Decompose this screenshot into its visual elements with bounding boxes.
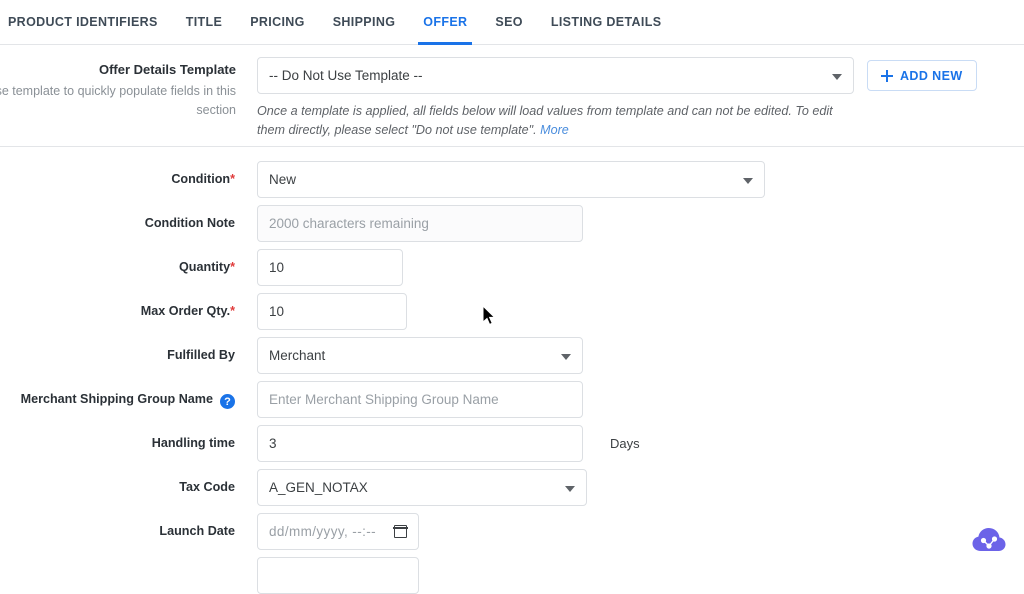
- tab-title[interactable]: TITLE: [172, 0, 236, 45]
- tab-offer[interactable]: OFFER: [409, 0, 481, 45]
- offer-details-template-select[interactable]: -- Do Not Use Template --: [257, 57, 854, 94]
- tab-pricing[interactable]: PRICING: [236, 0, 319, 45]
- launch-date-wrapper: [257, 513, 419, 550]
- template-select-value: -- Do Not Use Template --: [269, 68, 423, 83]
- field-row-tax-code: Tax Code A_GEN_NOTAX: [0, 469, 1024, 506]
- field-row-quantity: Quantity*: [0, 249, 1024, 286]
- quantity-input[interactable]: [257, 249, 403, 286]
- quantity-label: Quantity*: [0, 249, 235, 274]
- field-row-merchant-shipping-group: Merchant Shipping Group Name?: [0, 381, 1024, 418]
- template-label-column: Offer Details Template se template to qu…: [0, 61, 236, 120]
- chevron-down-icon: [561, 353, 571, 360]
- field-row-condition: Condition* New: [0, 161, 1024, 198]
- handling-time-unit: Days: [610, 436, 640, 451]
- tab-label: LISTING DETAILS: [550, 15, 662, 29]
- fulfilled-by-select[interactable]: Merchant: [257, 337, 583, 374]
- handling-time-label: Handling time: [151, 436, 235, 450]
- tab-listing-details[interactable]: LISTING DETAILS: [537, 0, 676, 45]
- chevron-down-icon: [743, 177, 753, 184]
- tab-product-identifiers[interactable]: PRODUCT IDENTIFIERS: [0, 0, 172, 45]
- quantity-label-text: Quantity: [179, 260, 231, 274]
- fulfilled-by-value: Merchant: [269, 348, 326, 363]
- merchant-shipping-group-control: [257, 381, 583, 418]
- max-order-qty-label-text: Max Order Qty.: [140, 304, 231, 318]
- condition-note-control: [257, 205, 583, 242]
- offer-details-template-section: Offer Details Template se template to qu…: [0, 45, 1024, 147]
- tax-code-select[interactable]: A_GEN_NOTAX: [257, 469, 587, 506]
- required-asterisk: *: [230, 304, 235, 318]
- add-new-label: ADD NEW: [900, 68, 963, 83]
- next-field-control: [257, 557, 419, 594]
- required-asterisk: *: [230, 260, 235, 274]
- field-row-launch-date: Launch Date: [0, 513, 1024, 550]
- add-new-button[interactable]: ADD NEW: [867, 60, 977, 91]
- tab-label: PRICING: [250, 15, 305, 29]
- field-row-condition-note: Condition Note: [0, 205, 1024, 242]
- condition-label-text: Condition: [171, 172, 231, 186]
- tab-shipping[interactable]: SHIPPING: [319, 0, 410, 45]
- max-order-qty-input[interactable]: [257, 293, 407, 330]
- condition-value: New: [269, 172, 297, 187]
- tab-label: PRODUCT IDENTIFIERS: [8, 15, 158, 29]
- condition-note-input[interactable]: [257, 205, 583, 242]
- tab-label: SEO: [495, 15, 523, 29]
- tab-label: OFFER: [423, 15, 468, 29]
- merchant-shipping-group-label-text: Merchant Shipping Group Name: [20, 392, 213, 406]
- handling-time-input[interactable]: [257, 425, 583, 462]
- fulfilled-by-control: Merchant: [257, 337, 583, 374]
- fulfilled-by-label: Fulfilled By: [167, 348, 235, 362]
- template-control-column: -- Do Not Use Template -- ADD NEW Once a…: [257, 57, 1024, 140]
- field-row-max-order-qty: Max Order Qty.*: [0, 293, 1024, 330]
- cloud-widget-button[interactable]: [972, 527, 1006, 553]
- required-asterisk: *: [230, 172, 235, 186]
- launch-date-label: Launch Date: [159, 524, 235, 538]
- merchant-shipping-group-label: Merchant Shipping Group Name?: [0, 381, 235, 410]
- field-row-fulfilled-by: Fulfilled By Merchant: [0, 337, 1024, 374]
- question-mark-icon[interactable]: ?: [220, 394, 235, 410]
- template-note-more-link[interactable]: More: [540, 123, 569, 137]
- max-order-qty-control: [257, 293, 407, 330]
- condition-control: New: [257, 161, 765, 198]
- tab-label: SHIPPING: [332, 15, 396, 29]
- quantity-control: [257, 249, 403, 286]
- condition-label: Condition*: [0, 161, 235, 186]
- tab-label: TITLE: [185, 15, 223, 29]
- template-subtitle: se template to quickly populate fields i…: [0, 84, 236, 117]
- chevron-down-icon: [565, 485, 575, 492]
- tab-bar: PRODUCT IDENTIFIERS TITLE PRICING SHIPPI…: [0, 0, 1024, 45]
- max-order-qty-label: Max Order Qty.*: [0, 293, 235, 318]
- next-field-label: [0, 557, 235, 568]
- launch-date-input[interactable]: [257, 513, 419, 550]
- handling-time-control: Days: [257, 425, 640, 462]
- tab-seo[interactable]: SEO: [481, 0, 536, 45]
- plus-icon: [881, 69, 893, 82]
- field-row-next-partial: [0, 557, 1024, 594]
- field-row-handling-time: Handling time Days: [0, 425, 1024, 462]
- tax-code-value: A_GEN_NOTAX: [269, 480, 368, 495]
- offer-form: Condition* New Condition Note Quantity* …: [0, 147, 1024, 594]
- condition-note-label: Condition Note: [144, 216, 235, 230]
- condition-select[interactable]: New: [257, 161, 765, 198]
- next-field-input[interactable]: [257, 557, 419, 594]
- template-title: Offer Details Template: [98, 62, 236, 77]
- chevron-down-icon: [832, 73, 842, 80]
- tax-code-control: A_GEN_NOTAX: [257, 469, 587, 506]
- merchant-shipping-group-input[interactable]: [257, 381, 583, 418]
- launch-date-control: [257, 513, 419, 550]
- tax-code-label: Tax Code: [179, 480, 235, 494]
- template-note: Once a template is applied, all fields b…: [257, 102, 857, 140]
